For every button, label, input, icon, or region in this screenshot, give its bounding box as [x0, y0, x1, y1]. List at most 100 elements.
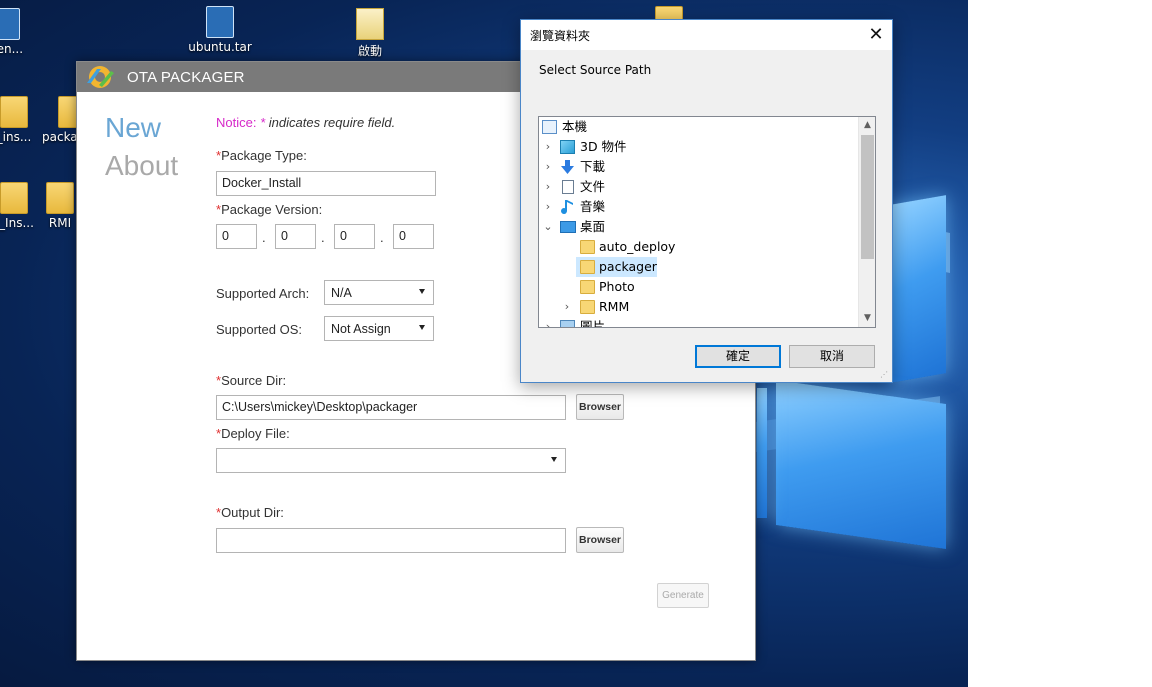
notice-label: Notice:: [216, 115, 257, 130]
deploy-file-label: *Deploy File:: [216, 426, 290, 441]
version-separator: .: [321, 230, 325, 245]
chevron-right-icon[interactable]: ›: [543, 197, 553, 217]
desktop-icon-label: packa: [42, 130, 78, 144]
desktop-icon-label: 啟動: [357, 44, 382, 58]
source-dir-input[interactable]: C:\Users\mickey\Desktop\packager: [216, 395, 566, 420]
label-text: Output Dir:: [221, 505, 284, 520]
tree-item-label: 文件: [580, 179, 606, 194]
tree-item-packager[interactable]: packager: [539, 257, 857, 277]
scroll-up-icon[interactable]: ▲: [859, 117, 875, 134]
tree-item-label: Photo: [599, 279, 635, 294]
chevron-right-icon[interactable]: ›: [543, 177, 553, 197]
generate-button[interactable]: Generate: [657, 583, 709, 608]
desktop-icon-label: _ins...: [0, 130, 32, 144]
tree-item-auto-deploy[interactable]: auto_deploy: [539, 237, 857, 257]
dropdown-arrow-icon: [551, 457, 557, 462]
3d-objects-icon: [560, 140, 575, 154]
selected-value: N/A: [331, 286, 352, 300]
folder-icon: [0, 96, 28, 128]
supported-arch-label: Supported Arch:: [216, 286, 310, 301]
tree-item-3d-objects[interactable]: › 3D 物件: [539, 137, 857, 157]
document-icon: [562, 180, 574, 194]
chevron-right-icon[interactable]: ›: [543, 137, 553, 157]
resize-grip-icon[interactable]: ⋰: [880, 370, 890, 380]
desktop-icon-gen[interactable]: gen...: [0, 8, 42, 56]
output-dir-label: *Output Dir:: [216, 505, 284, 520]
version-build-input[interactable]: 0: [393, 224, 434, 249]
tree-item-this-pc[interactable]: 本機: [539, 117, 857, 137]
desktop-icon-startup[interactable]: 啟動: [334, 8, 406, 59]
ok-button[interactable]: 確定: [695, 345, 781, 368]
file-icon: [0, 8, 20, 40]
label-text: Package Version:: [221, 202, 323, 217]
nav-about[interactable]: About: [105, 150, 178, 182]
supported-os-select[interactable]: Not Assign: [324, 316, 434, 341]
source-dir-label: *Source Dir:: [216, 373, 286, 388]
dialog-title-bar[interactable]: 瀏覽資料夾: [521, 20, 892, 50]
output-browse-button[interactable]: Browser: [576, 527, 624, 553]
windows-logo-pane: [776, 380, 946, 549]
tree-item-music[interactable]: › 音樂: [539, 197, 857, 217]
supported-arch-select[interactable]: N/A: [324, 280, 434, 305]
dialog-prompt: Select Source Path: [539, 63, 652, 77]
close-icon[interactable]: ✕: [863, 22, 889, 48]
selected-value: Not Assign: [331, 322, 391, 336]
desktop-icon-label: RMI: [48, 216, 72, 230]
folder-icon: [655, 6, 683, 20]
windows-logo-pane: [757, 388, 767, 518]
label-text: Source Dir:: [221, 373, 287, 388]
dialog-title: 瀏覽資料夾: [530, 28, 591, 43]
tree-item-photo[interactable]: Photo: [539, 277, 857, 297]
folder-icon: [580, 300, 595, 314]
deploy-file-select[interactable]: [216, 448, 566, 473]
cancel-button[interactable]: 取消: [789, 345, 875, 368]
window-title: OTA PACKAGER: [127, 68, 245, 86]
desktop-icon-label: r_Ins...: [0, 216, 34, 230]
package-version-label: *Package Version:: [216, 202, 322, 217]
shortcut-icon: [356, 8, 384, 40]
scrollbar-thumb[interactable]: [861, 135, 874, 259]
tree-item-rmm[interactable]: › RMM: [539, 297, 857, 317]
label-text: Deploy File:: [221, 426, 290, 441]
package-type-label: *Package Type:: [216, 148, 307, 163]
app-logo-icon: [83, 63, 117, 91]
tree-item-pictures[interactable]: › 圖片: [539, 317, 857, 327]
chevron-right-icon[interactable]: ›: [562, 297, 572, 317]
folder-icon: [46, 182, 74, 214]
chevron-down-icon[interactable]: ⌄: [543, 217, 553, 237]
desktop-icon-rmm[interactable]: RMI: [40, 182, 80, 230]
nav-new[interactable]: New: [105, 112, 161, 144]
tree-item-label: 下載: [580, 159, 606, 174]
chevron-right-icon[interactable]: ›: [543, 317, 553, 327]
folder-tree[interactable]: 本機 › 3D 物件 › 下載 › 文件 › 音樂 ⌄ 桌面 auto_depl…: [538, 116, 876, 328]
label-text: Package Type:: [221, 148, 307, 163]
chevron-right-icon[interactable]: ›: [543, 157, 553, 177]
dropdown-arrow-icon: [419, 325, 425, 330]
version-minor-input[interactable]: 0: [275, 224, 316, 249]
tree-item-downloads[interactable]: › 下載: [539, 157, 857, 177]
tree-item-desktop[interactable]: ⌄ 桌面: [539, 217, 857, 237]
desktop-icon-folder[interactable]: [633, 6, 705, 20]
scroll-down-icon[interactable]: ▼: [859, 310, 875, 327]
computer-icon: [542, 120, 557, 134]
tree-item-label: auto_deploy: [599, 239, 676, 254]
output-dir-input[interactable]: [216, 528, 566, 553]
version-major-input[interactable]: 0: [216, 224, 257, 249]
notice-text: indicates require field.: [268, 115, 396, 130]
notice-star: *: [260, 115, 266, 130]
tree-scrollbar[interactable]: ▲ ▼: [858, 117, 875, 327]
desktop-icon-ubuntu-tar[interactable]: ubuntu.tar: [184, 6, 256, 54]
notice: Notice: * indicates require field.: [216, 115, 395, 130]
desktop-icon-label: gen...: [0, 42, 24, 56]
music-icon: [560, 200, 575, 215]
pictures-icon: [560, 320, 575, 327]
tree-item-label: 3D 物件: [580, 139, 627, 154]
tree-item-documents[interactable]: › 文件: [539, 177, 857, 197]
browse-folder-dialog: 瀏覽資料夾 ✕ Select Source Path 本機 › 3D 物件 › …: [520, 19, 893, 383]
source-browse-button[interactable]: Browser: [576, 394, 624, 420]
package-type-input[interactable]: Docker_Install: [216, 171, 436, 196]
version-patch-input[interactable]: 0: [334, 224, 375, 249]
tree-item-label: 桌面: [580, 219, 606, 234]
dropdown-arrow-icon: [419, 289, 425, 294]
version-separator: .: [262, 230, 266, 245]
